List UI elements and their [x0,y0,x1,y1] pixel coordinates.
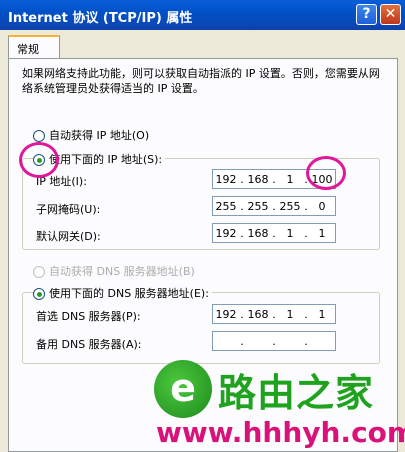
radio-manual-dns[interactable]: 使用下面的 DNS 服务器地址(E): [33,285,212,300]
dot: . [272,335,276,348]
help-button[interactable]: ? [356,4,377,25]
dot: . [304,335,308,348]
ip-octet-1: 192 [215,173,237,186]
tab-general[interactable]: 常规 [8,35,60,59]
gateway-input[interactable]: 192. 168. 1. 1 [212,223,336,243]
ip-octet-2: 168 [247,173,269,186]
watermark-logo: e 路由之家 www.hhhyh.com [148,354,405,452]
radio-manual-dns-label: 使用下面的 DNS 服务器地址(E): [49,287,209,300]
mask-octet-2: 255 [247,200,269,213]
logo-badge-icon: e [154,360,212,418]
radio-auto-dns-label: 自动获得 DNS 服务器地址(B) [49,265,195,278]
pdns-octet-1: 192 [215,308,237,321]
pdns-octet-2: 168 [247,308,269,321]
gw-octet-2: 168 [247,227,269,240]
subnet-mask-label: 子网掩码(U): [36,203,101,216]
pdns-octet-3: 1 [286,308,294,321]
tab-strip: 常规 [8,35,398,59]
ip-octet-3: 1 [286,173,294,186]
description-text: 如果网络支持此功能，则可以获取自动指派的 IP 设置。否则，您需要从网络系统管理… [22,67,380,95]
gw-octet-3: 1 [286,227,294,240]
subnet-mask-input[interactable]: 255. 255. 255. 0 [212,196,336,216]
preferred-dns-input[interactable]: 192. 168. 1. 1 [212,304,336,324]
radio-checked-icon [33,288,45,300]
title-bar: Internet 协议 (TCP/IP) 属性 [0,0,405,30]
mask-octet-1: 255 [215,200,237,213]
gw-octet-4: 1 [318,227,326,240]
close-button[interactable]: ✕ [380,4,401,25]
alternate-dns-input[interactable]: ... [212,331,336,351]
logo-brand-name: 路由之家 [218,371,375,415]
alternate-dns-label: 备用 DNS 服务器(A): [36,338,142,351]
radio-icon [33,266,45,278]
dot: . [240,335,244,348]
logo-url: www.hhhyh.com [156,416,405,449]
mask-octet-4: 0 [318,200,326,213]
gw-octet-1: 192 [215,227,237,240]
highlight-ring-radio [19,142,59,178]
radio-icon [33,130,45,142]
help-icon: ? [362,6,371,22]
highlight-ring-ip-octet [306,156,346,190]
gateway-label: 默认网关(D): [36,230,101,243]
close-icon: ✕ [384,6,397,22]
radio-manual-ip-label: 使用下面的 IP 地址(S): [49,153,163,166]
window-title: Internet 协议 (TCP/IP) 属性 [8,11,193,26]
radio-auto-ip[interactable]: 自动获得 IP 地址(O) [33,127,150,142]
preferred-dns-label: 首选 DNS 服务器(P): [36,310,141,323]
mask-octet-3: 255 [279,200,301,213]
radio-auto-ip-label: 自动获得 IP 地址(O) [49,129,150,142]
pdns-octet-4: 1 [318,308,326,321]
radio-auto-dns[interactable]: 自动获得 DNS 服务器地址(B) [33,263,195,278]
